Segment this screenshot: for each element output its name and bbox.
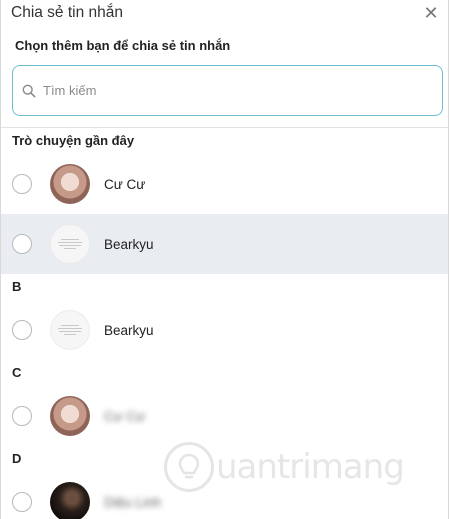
section-header-b: B — [12, 279, 22, 294]
contact-name: Diệu Linh — [104, 494, 162, 510]
lightbulb-icon — [164, 442, 214, 492]
select-radio[interactable] — [12, 234, 32, 254]
contact-name: Bearkyu — [104, 322, 154, 338]
section-header-c: C — [12, 365, 22, 380]
close-icon[interactable]: ✕ — [422, 4, 440, 22]
search-input[interactable] — [43, 83, 423, 98]
watermark-text: uantrimang — [216, 447, 405, 487]
share-message-dialog: Chia sẻ tin nhắn ✕ Chọn thêm bạn để chia… — [0, 0, 449, 519]
avatar — [50, 482, 90, 519]
avatar — [50, 164, 90, 204]
section-header-recent: Trò chuyện gần đây — [12, 133, 135, 148]
search-box[interactable] — [12, 65, 443, 116]
contact-row[interactable]: Bearkyu — [1, 214, 448, 274]
dialog-title: Chia sẻ tin nhắn — [11, 4, 124, 21]
contact-row[interactable]: Bearkyu — [1, 300, 448, 360]
avatar — [50, 310, 90, 350]
select-radio[interactable] — [12, 320, 32, 340]
select-radio[interactable] — [12, 406, 32, 426]
dialog-subtitle: Chọn thêm bạn để chia sẻ tin nhắn — [15, 38, 231, 53]
contact-name: Cư Cư — [104, 176, 146, 192]
select-radio[interactable] — [12, 174, 32, 194]
contact-name: Cư Cư — [104, 408, 146, 424]
avatar — [50, 396, 90, 436]
section-header-d: D — [12, 451, 22, 466]
select-radio[interactable] — [12, 492, 32, 512]
watermark: uantrimang — [164, 436, 416, 498]
avatar — [50, 224, 90, 264]
contact-name: Bearkyu — [104, 236, 154, 252]
dialog-header: Chia sẻ tin nhắn ✕ — [1, 0, 448, 26]
contact-row[interactable]: Cư Cư — [1, 154, 448, 214]
divider — [1, 127, 448, 128]
search-icon — [22, 84, 36, 97]
